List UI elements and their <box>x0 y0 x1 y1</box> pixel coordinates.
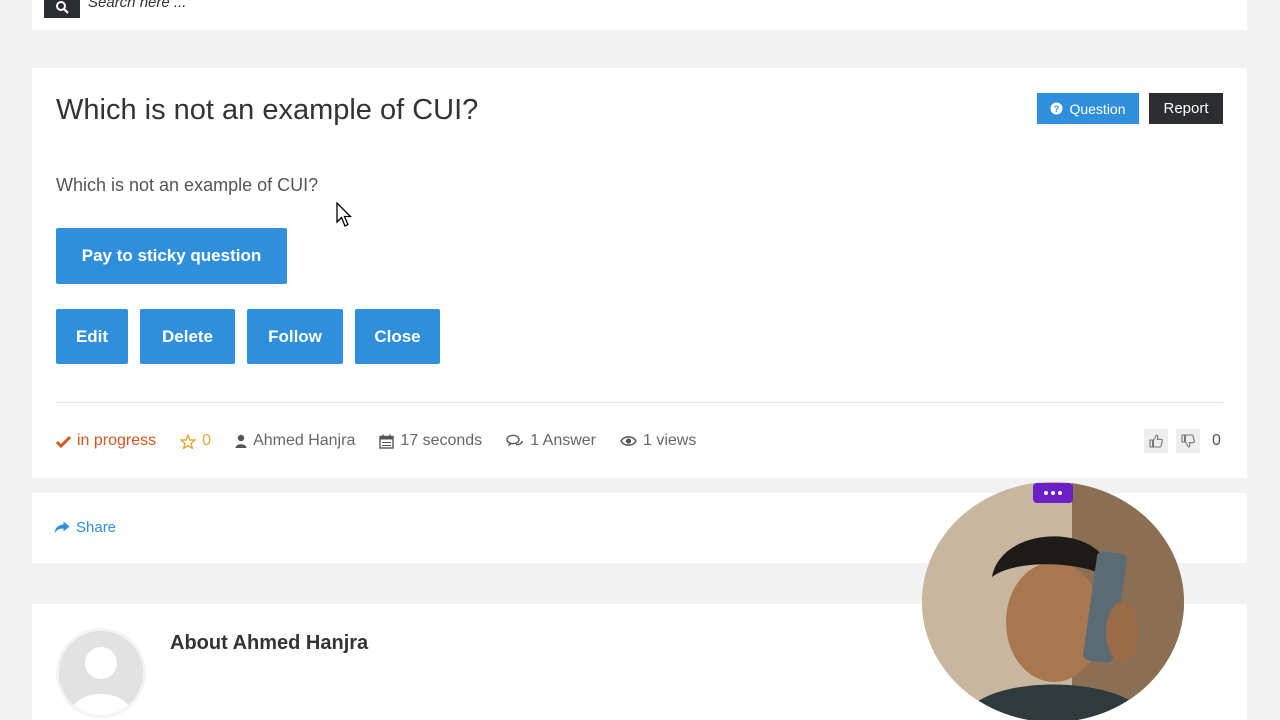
report-button[interactable]: Report <box>1149 93 1223 124</box>
svg-text:?: ? <box>1054 104 1060 114</box>
webcam-video <box>922 482 1184 720</box>
favorite-stars[interactable]: 0 <box>180 432 211 450</box>
thumbs-down-icon <box>1181 434 1195 448</box>
default-avatar-icon <box>59 631 143 715</box>
divider <box>56 402 1223 403</box>
answers-link[interactable]: 1 Answer <box>506 432 596 450</box>
search-input[interactable]: Search here ... <box>88 0 186 11</box>
check-icon <box>56 435 71 448</box>
dot <box>1051 491 1055 495</box>
question-meta: in progress 0 Ahmed Hanjra 17 seconds 1 … <box>56 428 720 454</box>
author-name: Ahmed Hanjra <box>253 432 356 449</box>
user-icon <box>235 434 247 448</box>
views: 1 views <box>620 432 696 450</box>
delete-button[interactable]: Delete <box>140 309 235 364</box>
vote-count: 0 <box>1212 432 1221 449</box>
answers-count: 1 Answer <box>530 432 596 449</box>
share-button[interactable]: Share <box>54 519 116 536</box>
star-count: 0 <box>202 432 212 449</box>
close-button[interactable]: Close <box>355 309 440 364</box>
about-title: About Ahmed Hanjra <box>170 632 369 654</box>
follow-button[interactable]: Follow <box>247 309 343 364</box>
avatar <box>56 628 146 718</box>
report-label: Report <box>1163 100 1209 117</box>
share-label: Share <box>76 519 117 536</box>
question-title: Which is not an example of CUI? <box>56 94 479 126</box>
question-badge-label: Question <box>1069 100 1126 117</box>
search-button[interactable] <box>44 0 80 18</box>
mouse-cursor-icon <box>336 202 352 227</box>
question-card: Which is not an example of CUI? ? Questi… <box>32 68 1247 478</box>
webcam-menu-button[interactable] <box>1033 483 1073 503</box>
author-link[interactable]: Ahmed Hanjra <box>235 432 355 450</box>
post-time-text: 17 seconds <box>400 432 483 449</box>
share-icon <box>54 521 70 534</box>
views-count: 1 views <box>643 432 697 449</box>
comments-icon <box>506 434 524 447</box>
vote-box: 0 <box>1144 428 1221 454</box>
webcam-overlay <box>922 482 1184 720</box>
post-time: 17 seconds <box>379 432 482 450</box>
dot <box>1058 491 1062 495</box>
thumbs-up-icon <box>1149 434 1163 448</box>
calendar-icon <box>379 434 395 449</box>
downvote-button[interactable] <box>1176 429 1200 453</box>
upvote-button[interactable] <box>1144 429 1168 453</box>
status-text: in progress <box>77 432 157 449</box>
edit-button[interactable]: Edit <box>56 309 128 364</box>
eye-icon <box>620 436 637 446</box>
dot <box>1044 491 1048 495</box>
star-icon <box>180 433 197 449</box>
search-bar: Search here ... <box>32 0 1247 30</box>
status-badge: in progress <box>56 432 156 450</box>
question-circle-icon: ? <box>1050 102 1063 115</box>
pay-to-sticky-button[interactable]: Pay to sticky question <box>56 228 287 284</box>
question-body: Which is not an example of CUI? <box>56 175 319 195</box>
search-icon <box>56 1 69 14</box>
question-badge[interactable]: ? Question <box>1037 93 1139 124</box>
